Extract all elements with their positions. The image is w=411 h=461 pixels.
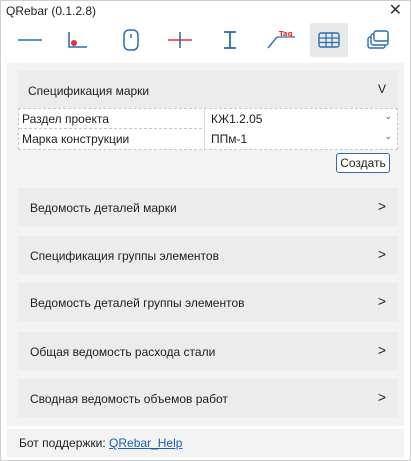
chevron-down-icon: ⌄ [384, 111, 392, 121]
tag-icon: Tag [267, 30, 295, 49]
support-label: Бот поддержки: [19, 436, 106, 450]
toolbar: Tag [1, 23, 410, 59]
razdel-label: Раздел проекта [22, 112, 109, 126]
support-footer: Бот поддержки: QRebar_Help [7, 429, 404, 457]
app-window: QRebar (0.1.2.8) ✕ Tag Спецификация марк… [0, 0, 411, 461]
tool-line-button[interactable] [11, 23, 49, 57]
crosshair-icon [168, 32, 192, 48]
expand-chevron-icon: > [377, 389, 386, 405]
marka-label: Марка конструкции [22, 132, 130, 146]
form-row-razdel: Раздел проекта КЖ1.2.05 ⌄ [19, 109, 397, 129]
chevron-down-icon: ⌄ [384, 131, 392, 141]
main-panel: Спецификация марки V Раздел проекта КЖ1.… [7, 63, 404, 426]
section-label: Сводная ведомость объемов работ [30, 392, 228, 406]
stack-icon [367, 30, 389, 49]
expand-chevron-icon: > [377, 246, 386, 262]
tool-tag-button[interactable]: Tag [262, 23, 300, 57]
point-on-line-icon [68, 32, 87, 48]
section-label: Ведомость деталей группы элементов [30, 296, 245, 310]
tool-table-button[interactable] [310, 23, 348, 57]
section-vedomost-detaley-gruppy[interactable]: Ведомость деталей группы элементов > [18, 283, 398, 321]
form-row-marka: Марка конструкции ППм-1 ⌄ [19, 129, 397, 149]
marka-select[interactable]: ППм-1 ⌄ [204, 129, 397, 149]
support-bot-link[interactable]: QRebar_Help [109, 436, 182, 450]
tool-mouse-button[interactable] [112, 23, 150, 57]
title-bar: QRebar (0.1.2.8) ✕ [1, 1, 410, 22]
line-icon [18, 39, 42, 41]
expand-chevron-icon: > [377, 198, 386, 214]
section-svodnaya-vedomost[interactable]: Сводная ведомость объемов работ > [18, 379, 398, 417]
section-spec-gruppy[interactable]: Спецификация группы элементов > [18, 236, 398, 274]
close-icon[interactable]: ✕ [389, 2, 402, 20]
tool-point-button[interactable] [58, 23, 96, 57]
razdel-value: КЖ1.2.05 [211, 112, 263, 126]
razdel-select[interactable]: КЖ1.2.05 ⌄ [204, 109, 397, 129]
marka-value: ППм-1 [211, 132, 248, 146]
tag-icon-text: Tag [279, 30, 293, 38]
table-icon [318, 32, 340, 48]
section-vedomost-detaley-marki[interactable]: Ведомость деталей марки > [18, 188, 398, 226]
spec-marki-title: Спецификация марки [28, 84, 150, 98]
expand-chevron-icon: > [377, 293, 386, 309]
mouse-icon [123, 29, 139, 51]
support-text-wrap: Бот поддержки: QRebar_Help [19, 436, 182, 450]
spec-form: Раздел проекта КЖ1.2.05 ⌄ Марка конструк… [18, 108, 398, 150]
create-button[interactable]: Создать [336, 153, 390, 173]
expand-chevron-icon: > [377, 342, 386, 358]
beam-icon [224, 31, 236, 49]
tool-stack-button[interactable] [359, 23, 397, 57]
section-label: Ведомость деталей марки [30, 201, 177, 215]
section-label: Общая ведомость расхода стали [30, 345, 216, 359]
spec-marki-header[interactable]: Спецификация марки V [18, 71, 398, 109]
tool-beam-button[interactable] [211, 23, 249, 57]
section-label: Спецификация группы элементов [30, 249, 219, 263]
collapse-chevron-icon[interactable]: V [378, 82, 386, 96]
tool-cross-button[interactable] [161, 23, 199, 57]
window-title: QRebar (0.1.2.8) [6, 4, 97, 18]
section-obshchaya-vedomost[interactable]: Общая ведомость расхода стали > [18, 332, 398, 370]
